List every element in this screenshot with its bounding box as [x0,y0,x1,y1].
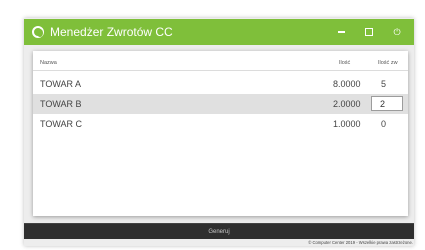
column-header-quantity: Ilość [339,60,351,66]
window-controls: ⏻ [336,19,402,45]
row-quantity: 8.0000 [333,79,361,89]
row-name: TOWAR A [40,79,82,89]
table-row[interactable]: TOWAR C 1.0000 0 [33,114,408,134]
power-icon[interactable]: ⏻ [392,27,402,37]
cc-logo-icon [32,26,44,38]
window-title: Menedżer Zwrotów CC [50,25,173,39]
row-name: TOWAR B [40,99,82,109]
minimize-icon[interactable] [336,27,346,37]
copyright-footer: © Computer Center 2019 - Wszelkie prawa … [308,240,413,245]
table-row-selected[interactable]: TOWAR B 2.0000 [33,94,408,114]
items-table: Nazwa Ilość Ilość zw TOWAR A 8.0000 5 TO… [33,51,408,216]
column-header-name: Nazwa [40,60,57,66]
action-bar: Generuj [24,223,414,239]
generate-button[interactable]: Generuj [24,224,414,239]
header-divider [33,70,408,71]
table-row[interactable]: TOWAR A 8.0000 5 [33,74,408,94]
maximize-icon[interactable] [364,27,374,37]
returned-quantity-input[interactable] [371,96,403,111]
row-quantity: 2.0000 [333,99,361,109]
row-name: TOWAR C [40,119,82,129]
title-bar[interactable]: Menedżer Zwrotów CC ⏻ [24,19,414,45]
row-returned[interactable]: 5 [381,79,386,89]
column-header-returned: Ilość zw [378,60,398,66]
row-quantity: 1.0000 [333,119,361,129]
row-returned[interactable]: 0 [381,119,386,129]
